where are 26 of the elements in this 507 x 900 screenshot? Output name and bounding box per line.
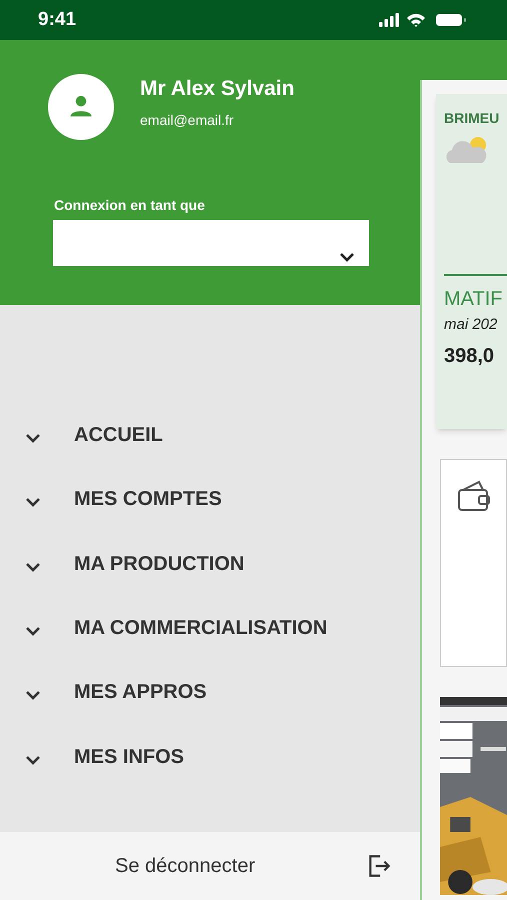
chevron-icon <box>25 754 41 766</box>
user-name: Mr Alex Sylvain <box>140 76 294 102</box>
battery-icon <box>436 14 466 26</box>
signal-icon <box>379 13 399 27</box>
chevron-down-icon <box>339 251 355 263</box>
menu-item[interactable]: MES APPROS <box>0 663 420 728</box>
chevron-icon <box>25 625 41 638</box>
chevron-icon <box>25 432 41 444</box>
menu-item[interactable]: MA COMMERCIALISATION <box>0 598 420 664</box>
location-label: BRIMEU <box>444 109 500 128</box>
matif-title: MATIF <box>444 287 504 312</box>
menu-item[interactable]: MES INFOS <box>0 727 420 792</box>
connexion-select[interactable] <box>53 220 369 266</box>
user-email: email@email.fr <box>140 111 235 130</box>
wallet-icon <box>457 480 491 512</box>
chevron-icon <box>25 689 41 702</box>
menu-item[interactable]: ACCUEIL <box>0 406 420 470</box>
wifi-icon <box>407 14 425 27</box>
status-time: 9:41 <box>38 8 76 32</box>
matif-price: 398,0 <box>444 344 496 368</box>
matif-date: mai 202 <box>444 315 498 335</box>
chevron-icon <box>25 560 41 573</box>
chevron-icon <box>25 496 41 508</box>
menu-item[interactable]: MA PRODUCTION <box>0 534 420 599</box>
menu-item[interactable]: MES COMPTES <box>0 470 420 535</box>
connexion-label: Connexion en tant que <box>54 196 206 215</box>
